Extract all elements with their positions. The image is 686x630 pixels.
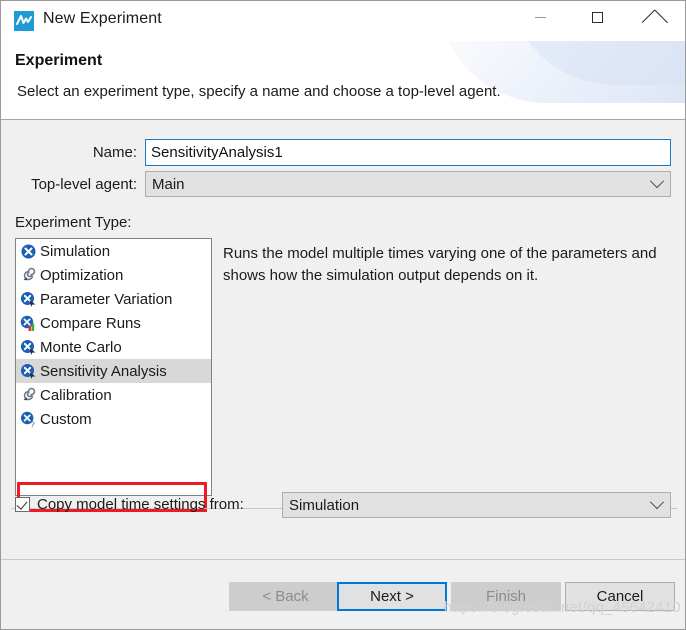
chevron-down-icon [644,495,670,510]
close-button[interactable] [632,1,678,33]
experiment-type-label: Experiment Type: [15,214,132,231]
minimize-icon [534,16,546,18]
maximize-button[interactable] [574,1,620,33]
list-item-simulation[interactable]: Simulation [16,239,211,263]
experiment-type-list[interactable]: Simulation Optimization Parameter Variat… [15,238,212,496]
list-item-custom[interactable]: ? Custom [16,407,211,431]
dialog-footer: < Back Next > Finish Cancel [1,559,685,629]
list-item-label: Compare Runs [40,314,141,332]
list-item-label: Monte Carlo [40,338,122,356]
experiment-type-description: Runs the model multiple times varying on… [223,245,657,284]
top-level-agent-select[interactable]: Main [145,171,671,197]
window-title: New Experiment [43,10,162,27]
name-input[interactable] [145,139,671,166]
copy-model-time-settings-label: Copy model time settings from: [37,496,244,513]
header-decoration-back [507,41,685,85]
chevron-down-icon [644,174,670,189]
wizard-header: Experiment Select an experiment type, sp… [1,41,685,120]
list-item-label: Parameter Variation [40,290,173,308]
list-item-label: Simulation [40,242,111,260]
list-item-parameter-variation[interactable]: Parameter Variation [16,287,211,311]
close-icon [649,11,662,24]
name-label: Name: [92,144,137,161]
list-item-compare-runs[interactable]: Compare Runs [16,311,211,335]
list-item-label: Optimization [40,266,124,284]
anylogic-logo-icon [14,11,34,31]
list-item-label: Sensitivity Analysis [40,362,167,380]
top-level-agent-label: Top-level agent: [31,176,137,193]
list-item-optimization[interactable]: Optimization [16,263,211,287]
dialog-body: Name: Top-level agent: Main Experiment T… [1,120,685,559]
experiment-optimization-icon [20,387,37,404]
title-bar: New Experiment [1,1,685,41]
list-item-label: Calibration [40,386,112,404]
new-experiment-dialog: New Experiment Experiment Select an expe… [0,0,686,630]
experiment-custom-icon: ? [20,411,37,428]
experiment-variation-icon [20,363,37,380]
cancel-button[interactable]: Cancel [565,582,675,611]
svg-text:?: ? [30,419,35,428]
finish-button[interactable]: Finish [451,582,561,611]
list-item-label: Custom [40,410,92,428]
experiment-optimization-icon [20,267,37,284]
copy-model-time-settings-row[interactable]: Copy model time settings from: [15,496,244,513]
maximize-icon [591,11,603,23]
copy-model-time-settings-checkbox[interactable] [15,497,30,512]
list-item-monte-carlo[interactable]: Monte Carlo [16,335,211,359]
list-item-calibration[interactable]: Calibration [16,383,211,407]
minimize-button[interactable] [517,1,563,33]
top-level-agent-value: Main [152,175,185,193]
experiment-variation-icon [20,339,37,356]
next-button[interactable]: Next > [337,582,447,611]
experiment-variation-icon [20,291,37,308]
copy-model-time-settings-select[interactable]: Simulation [282,492,671,518]
back-button[interactable]: < Back [229,582,342,611]
page-title: Experiment [15,52,103,69]
checkmark-icon [16,498,28,510]
copy-model-time-settings-value: Simulation [289,496,360,514]
experiment-compare-icon [20,315,37,332]
page-description: Select an experiment type, specify a nam… [17,83,501,100]
list-item-sensitivity-analysis[interactable]: Sensitivity Analysis [16,359,211,383]
experiment-simulation-icon [20,243,37,260]
